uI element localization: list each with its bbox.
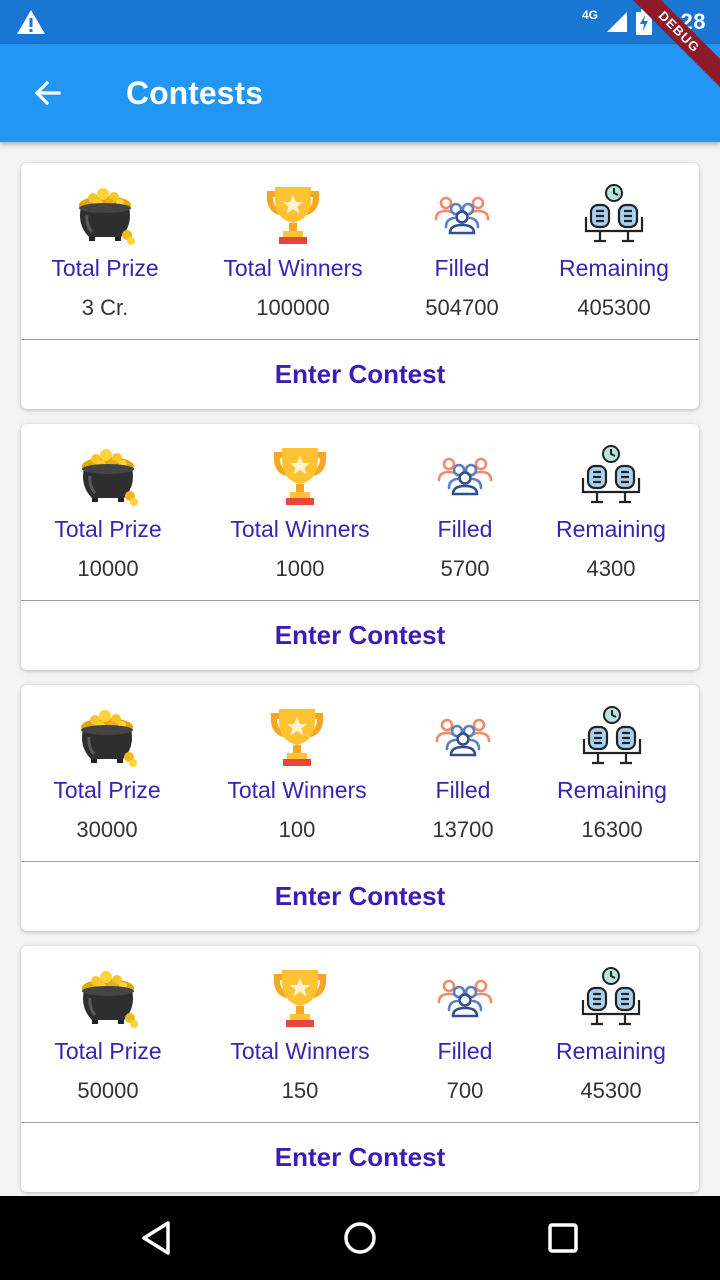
pot-of-gold-icon bbox=[73, 183, 137, 247]
stat-label: Total Winners bbox=[227, 777, 367, 803]
back-button[interactable] bbox=[18, 63, 78, 123]
stat-value: 100 bbox=[278, 817, 316, 842]
contest-stats: Total Prize 3 Cr. Total Winners 100000 Fil… bbox=[21, 163, 699, 339]
stat-value: 45300 bbox=[580, 1078, 642, 1103]
stat-total-prize: Total Prize 10000 bbox=[23, 424, 193, 600]
trophy-icon bbox=[265, 705, 329, 769]
stat-total-winners: Total Winners 100 bbox=[212, 685, 382, 861]
stat-value: 16300 bbox=[581, 817, 643, 842]
stat-label: Remaining bbox=[557, 777, 667, 803]
stat-remaining: Remaining 4300 bbox=[526, 424, 696, 600]
page-title: Contests bbox=[126, 74, 263, 111]
stat-value: 3 Cr. bbox=[81, 295, 129, 320]
screen: 4G 7:28 DEBUG Contests bbox=[0, 0, 720, 1280]
stat-label: Total Winners bbox=[230, 1038, 370, 1064]
waiting-seats-icon bbox=[580, 705, 644, 769]
enter-contest-button[interactable]: Enter Contest bbox=[21, 601, 699, 670]
nav-back-icon[interactable] bbox=[134, 1214, 182, 1262]
stat-label: Total Prize bbox=[53, 777, 161, 803]
stat-total-prize: Total Prize 50000 bbox=[23, 946, 193, 1122]
stat-label: Filled bbox=[437, 516, 493, 542]
stat-filled: Filled 5700 bbox=[380, 424, 550, 600]
stat-value: 30000 bbox=[76, 817, 138, 842]
stat-value: 13700 bbox=[432, 817, 494, 842]
stat-value: 405300 bbox=[577, 295, 651, 320]
trophy-icon bbox=[268, 444, 332, 508]
contest-stats: Total Prize 10000 Total Winners 1000 Fille… bbox=[21, 424, 699, 600]
group-icon bbox=[433, 444, 497, 508]
stat-label: Total Prize bbox=[54, 1038, 162, 1064]
enter-contest-button[interactable]: Enter Contest bbox=[21, 1123, 699, 1192]
app-bar: Contests bbox=[0, 44, 720, 142]
waiting-seats-icon bbox=[582, 183, 646, 247]
stat-value: 700 bbox=[446, 1078, 484, 1103]
pot-of-gold-icon bbox=[76, 966, 140, 1030]
contest-list[interactable]: Total Prize 3 Cr. Total Winners 100000 Fil… bbox=[0, 142, 720, 1196]
stat-label: Total Prize bbox=[54, 516, 162, 542]
waiting-seats-icon bbox=[579, 966, 643, 1030]
group-icon bbox=[431, 705, 495, 769]
stat-total-winners: Total Winners 1000 bbox=[215, 424, 385, 600]
stat-filled: Filled 13700 bbox=[378, 685, 548, 861]
navigation-bar bbox=[0, 1196, 720, 1280]
stat-value: 50000 bbox=[77, 1078, 139, 1103]
stat-value: 10000 bbox=[77, 556, 139, 581]
stat-filled: Filled 504700 bbox=[377, 163, 547, 339]
stat-total-prize: Total Prize 30000 bbox=[22, 685, 192, 861]
stat-remaining: Remaining 45300 bbox=[526, 946, 696, 1122]
trophy-icon bbox=[261, 183, 325, 247]
arrow-back-icon bbox=[34, 80, 61, 106]
signal-icon bbox=[606, 12, 627, 32]
group-icon bbox=[430, 183, 494, 247]
status-bar: 4G 7:28 DEBUG bbox=[0, 0, 720, 93]
group-icon bbox=[433, 966, 497, 1030]
pot-of-gold-icon bbox=[76, 444, 140, 508]
stat-filled: Filled 700 bbox=[380, 946, 550, 1122]
stat-label: Remaining bbox=[556, 516, 666, 542]
stat-total-winners: Total Winners 100000 bbox=[208, 163, 378, 339]
stat-label: Remaining bbox=[556, 1038, 666, 1064]
stat-remaining: Remaining 16300 bbox=[527, 685, 697, 861]
warning-icon bbox=[17, 10, 45, 34]
stat-label: Filled bbox=[437, 1038, 493, 1064]
contest-card: Total Prize 30000 Total Winners 100 Filled… bbox=[21, 685, 699, 931]
contest-card: Total Prize 10000 Total Winners 1000 Fille… bbox=[21, 424, 699, 670]
contest-card: Total Prize 50000 Total Winners 150 Filled… bbox=[21, 946, 699, 1192]
stat-label: Total Prize bbox=[51, 255, 159, 281]
contest-stats: Total Prize 30000 Total Winners 100 Filled… bbox=[21, 685, 699, 861]
stat-remaining: Remaining 405300 bbox=[529, 163, 699, 339]
enter-contest-button[interactable]: Enter Contest bbox=[21, 340, 699, 409]
stat-label: Remaining bbox=[559, 255, 669, 281]
stat-value: 504700 bbox=[425, 295, 499, 320]
stat-label: Filled bbox=[434, 255, 490, 281]
pot-of-gold-icon bbox=[75, 705, 139, 769]
contest-card: Total Prize 3 Cr. Total Winners 100000 Fil… bbox=[21, 163, 699, 409]
stat-value: 4300 bbox=[586, 556, 636, 581]
stat-value: 150 bbox=[281, 1078, 319, 1103]
stat-label: Filled bbox=[435, 777, 491, 803]
nav-recents-icon[interactable] bbox=[539, 1214, 587, 1262]
waiting-seats-icon bbox=[579, 444, 643, 508]
stat-value: 1000 bbox=[275, 556, 325, 581]
stat-value: 100000 bbox=[256, 295, 330, 320]
trophy-icon bbox=[268, 966, 332, 1030]
stat-label: Total Winners bbox=[230, 516, 370, 542]
contest-stats: Total Prize 50000 Total Winners 150 Filled… bbox=[21, 946, 699, 1122]
stat-label: Total Winners bbox=[223, 255, 363, 281]
nav-home-icon[interactable] bbox=[336, 1214, 384, 1262]
stat-total-winners: Total Winners 150 bbox=[215, 946, 385, 1122]
network-type: 4G bbox=[581, 8, 598, 22]
stat-total-prize: Total Prize 3 Cr. bbox=[20, 163, 190, 339]
stat-value: 5700 bbox=[440, 556, 490, 581]
enter-contest-button[interactable]: Enter Contest bbox=[21, 862, 699, 931]
